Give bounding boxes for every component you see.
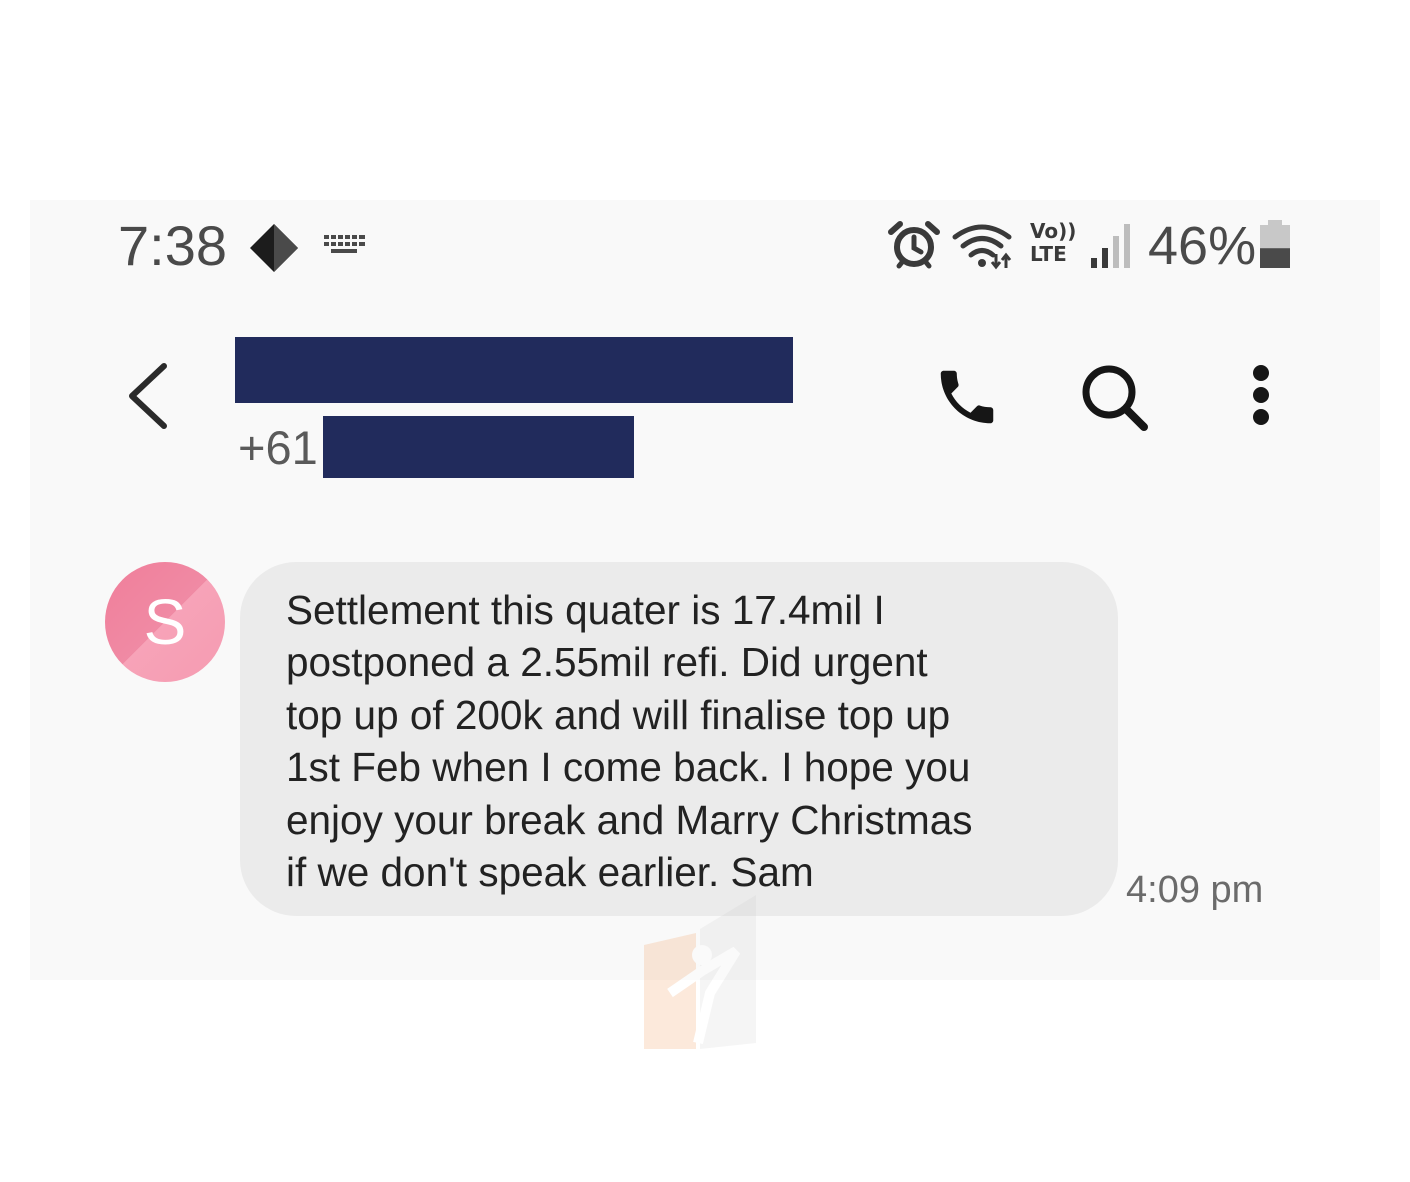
battery-icon — [1260, 220, 1290, 268]
volte-icon: Vo)) LTE — [1030, 220, 1080, 266]
diamond-icon — [250, 224, 298, 272]
signal-icon — [1091, 224, 1130, 268]
contact-number-redacted — [323, 416, 634, 478]
volte-bottom-label: LTE — [1030, 242, 1067, 266]
keyboard-icon — [324, 235, 365, 253]
message-timestamp: 4:09 pm — [1126, 869, 1264, 911]
phone-icon[interactable] — [932, 362, 1002, 432]
message-text: Settlement this quater is 17.4mil I post… — [286, 587, 973, 896]
battery-percent: 46% — [1148, 216, 1257, 276]
avatar[interactable]: S — [105, 562, 225, 682]
status-time: 7:38 — [118, 214, 227, 277]
volte-top-label: Vo)) — [1030, 219, 1077, 243]
watermark-logo — [644, 895, 756, 1049]
contact-name-redacted — [235, 337, 793, 403]
phone-screen: 7:38 Vo)) LTE 46% +61 S Settlement this … — [30, 200, 1380, 980]
message-bubble[interactable]: Settlement this quater is 17.4mil I post… — [240, 562, 1118, 916]
contact-number-prefix: +61 — [238, 421, 318, 474]
page: 7:38 Vo)) LTE 46% +61 S Settlement this … — [0, 0, 1410, 1182]
alarm-icon — [888, 221, 940, 269]
more-vertical-icon[interactable] — [1246, 364, 1276, 428]
wifi-icon — [952, 224, 1012, 270]
back-icon[interactable] — [126, 362, 170, 430]
search-icon[interactable] — [1080, 363, 1150, 431]
